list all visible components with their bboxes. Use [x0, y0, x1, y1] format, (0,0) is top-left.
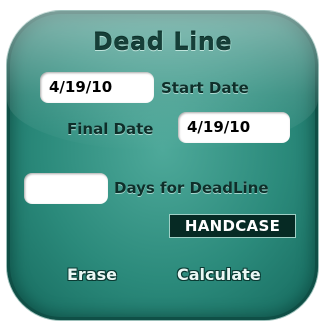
calculate-button[interactable]: Calculate — [177, 265, 261, 284]
deadline-widget-panel — [7, 11, 318, 320]
handcase-logo-badge: HANDCASE — [169, 214, 296, 238]
days-for-deadline-label: Days for DeadLine — [114, 179, 269, 197]
start-date-label: Start Date — [161, 79, 249, 97]
final-date-label: Final Date — [67, 120, 154, 138]
start-date-field[interactable]: 4/19/10 — [40, 72, 154, 103]
app-title: Dead Line — [92, 28, 233, 56]
final-date-field[interactable]: 4/19/10 — [178, 112, 290, 143]
days-for-deadline-field[interactable] — [24, 173, 108, 204]
erase-button[interactable]: Erase — [67, 265, 117, 284]
